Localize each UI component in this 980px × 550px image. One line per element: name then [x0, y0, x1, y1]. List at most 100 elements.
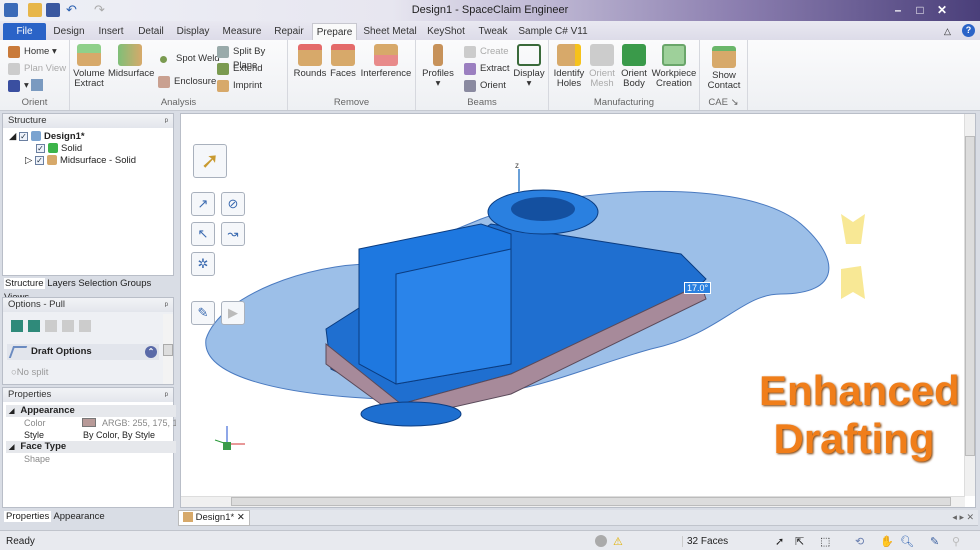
pull-option-icon[interactable]	[11, 320, 23, 332]
workpiece-creation-button[interactable]: Workpiece Creation	[651, 44, 697, 89]
pull-option-icon[interactable]	[79, 320, 91, 332]
volume-extract-button[interactable]: Volume Extract	[72, 44, 106, 89]
checkbox[interactable]: ✓	[36, 143, 45, 153]
create-beam-button[interactable]: Create	[464, 45, 509, 59]
extend-button[interactable]: Extend	[217, 62, 263, 76]
close-tab-icon[interactable]: ✕	[237, 512, 245, 523]
plan-view-button[interactable]: Plan View	[8, 62, 66, 76]
pin-icon[interactable]: ᵖ	[165, 114, 168, 128]
close-button[interactable]: ✕	[932, 3, 952, 17]
tab-groups[interactable]: Groups	[120, 278, 151, 289]
pin-icon[interactable]: ᵖ	[165, 298, 168, 312]
minimize-button[interactable]: –	[888, 3, 908, 17]
tab-keyshot[interactable]: KeyShot	[424, 23, 468, 41]
complete-tool[interactable]: ✎	[191, 301, 215, 325]
direction-tool[interactable]: ↗	[191, 192, 215, 216]
pull-arrow-up[interactable]	[841, 214, 865, 244]
collapse-section-icon[interactable]: ⌃	[145, 346, 157, 358]
help-icon[interactable]: ?	[962, 24, 975, 37]
dialog-launcher-icon[interactable]: ↘	[731, 97, 739, 108]
angle-readout[interactable]: 17.0°	[684, 282, 712, 294]
tab-insert[interactable]: Insert	[92, 23, 130, 41]
viewport[interactable]: z 17.0° ➚ ↗ ⊘ ↖ ↝ ✲ ✎ ▶ Enhanced Drafting	[180, 113, 976, 508]
style-row[interactable]: Style By Color, By Style	[6, 429, 176, 441]
identify-holes-button[interactable]: Identify Holes	[552, 44, 586, 89]
pointer-icon[interactable]: ⇱	[795, 535, 804, 548]
snap-view-icon[interactable]	[31, 79, 44, 92]
orient-body-button[interactable]: Orient Body	[618, 44, 650, 89]
pull-option-icon[interactable]	[28, 320, 40, 332]
tab-appearance[interactable]: Appearance	[53, 511, 104, 522]
tab-tweak[interactable]: Tweak	[474, 23, 512, 41]
pin-icon[interactable]: ᵖ	[165, 388, 168, 402]
tab-selection[interactable]: Selection	[78, 278, 117, 289]
tree-item-midsurface[interactable]: ▷ ✓ Midsurface - Solid	[25, 155, 136, 167]
midsurface-button[interactable]: Midsurface	[108, 44, 154, 79]
vertical-scrollbar[interactable]	[964, 114, 975, 496]
tab-file[interactable]: File	[3, 23, 46, 41]
profiles-button[interactable]: Profiles ▾	[420, 44, 456, 89]
orient-beam-button[interactable]: Orient	[464, 79, 506, 93]
tab-repair[interactable]: Repair	[270, 23, 308, 41]
faces-button[interactable]: Faces	[328, 44, 358, 79]
horizontal-scrollbar[interactable]	[181, 496, 965, 507]
select-mode-icon[interactable]: ➚	[775, 535, 784, 548]
home-button[interactable]: Home ▾	[8, 45, 57, 59]
pull-option-icon[interactable]	[45, 320, 57, 332]
no-split-radio[interactable]: ○No split	[11, 367, 48, 378]
rounds-button[interactable]: Rounds	[293, 44, 327, 79]
enclosure-button[interactable]: Enclosure	[158, 75, 216, 89]
maximize-button[interactable]: □	[910, 3, 930, 17]
checkbox[interactable]: ✓	[18, 131, 28, 141]
display-beam-button[interactable]: Display ▾	[512, 44, 546, 89]
spin-icon[interactable]: ⟲	[855, 535, 864, 548]
tab-properties[interactable]: Properties	[4, 511, 52, 522]
zoom-icon[interactable]: 🔍︎	[900, 535, 914, 548]
stop-icon[interactable]	[595, 535, 607, 547]
options-scrollbar[interactable]	[163, 314, 173, 384]
split-by-plane-button[interactable]: Split By Plane	[217, 45, 287, 71]
pin-view-icon[interactable]: ⚲	[952, 535, 960, 548]
tab-sample[interactable]: Sample C# V11	[518, 23, 588, 41]
sketch-icon[interactable]: ✎	[930, 535, 939, 548]
remove-direction-tool[interactable]: ⊘	[221, 192, 245, 216]
draft-face-tool[interactable]: ↖	[191, 222, 215, 246]
warning-icon[interactable]: ⚠	[613, 535, 623, 548]
pan-icon[interactable]: ✋	[880, 535, 894, 548]
imprint-button[interactable]: Imprint	[217, 79, 262, 93]
interference-button[interactable]: Interference	[360, 44, 412, 79]
spot-weld-button[interactable]: Spot Weld	[160, 52, 220, 66]
tab-display[interactable]: Display	[173, 23, 213, 41]
view-cube-button[interactable]: ▾	[8, 79, 44, 93]
tree-item-design1[interactable]: ◢ ✓ Design1*	[9, 131, 85, 143]
tab-measure[interactable]: Measure	[220, 23, 264, 41]
face-type-section[interactable]: ◢ Face Type	[6, 441, 176, 453]
tab-design[interactable]: Design	[50, 23, 88, 41]
box-select-icon[interactable]: ⬚	[820, 535, 830, 548]
appearance-section[interactable]: ◢ Appearance	[6, 405, 176, 417]
curve-tool[interactable]: ↝	[221, 222, 245, 246]
shape-row[interactable]: Shape	[6, 453, 176, 465]
select-tool[interactable]: ➚	[193, 144, 227, 178]
collapse-icon[interactable]: ◢	[9, 131, 16, 142]
show-contact-button[interactable]: Show Contact	[704, 46, 744, 91]
pull-option-icon[interactable]	[62, 320, 74, 332]
tab-sheet-metal[interactable]: Sheet Metal	[362, 23, 418, 41]
extract-beam-button[interactable]: Extract	[464, 62, 510, 76]
tab-design1[interactable]: Design1* ✕	[178, 510, 250, 526]
pull-arrow-down[interactable]	[841, 266, 865, 299]
collapse-ribbon-icon[interactable]: △	[944, 26, 951, 37]
tab-structure[interactable]: Structure	[4, 278, 45, 289]
draft-options-header[interactable]: Draft Options ⌃	[7, 344, 159, 360]
tree-item-solid[interactable]: ✓ Solid	[36, 143, 82, 155]
tab-nav-icons[interactable]: ◂ ▸ ✕	[952, 512, 974, 523]
expand-icon[interactable]: ▷	[25, 155, 32, 166]
tab-layers[interactable]: Layers	[47, 278, 76, 289]
tab-prepare[interactable]: Prepare	[312, 23, 357, 41]
pivot-tool[interactable]: ✲	[191, 252, 215, 276]
checkbox[interactable]: ✓	[34, 155, 44, 165]
color-row[interactable]: Color ARGB: 255, 175, 14	[6, 417, 176, 429]
group-analysis: Volume Extract Midsurface Spot Weld Encl…	[70, 40, 288, 110]
orient-mesh-button[interactable]: Orient Mesh	[587, 44, 617, 89]
tab-detail[interactable]: Detail	[133, 23, 169, 41]
